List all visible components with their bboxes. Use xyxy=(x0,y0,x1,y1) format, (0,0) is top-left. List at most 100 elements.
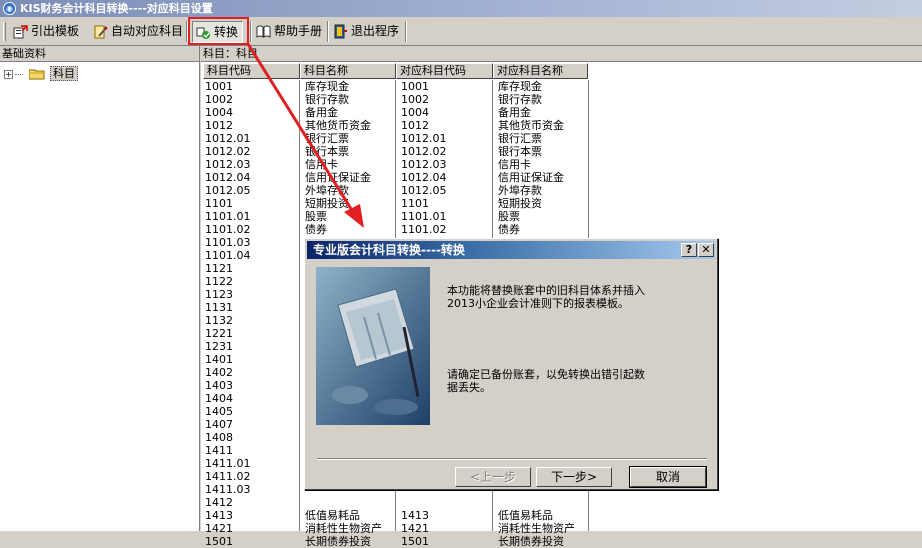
convert-highlight-box xyxy=(188,17,249,45)
cell-account-name: 银行汇票 xyxy=(305,132,349,145)
cell-mapped-code: 1101 xyxy=(401,197,429,210)
table-row[interactable]: 1412 xyxy=(201,496,591,509)
cell-mapped-name: 信用卡 xyxy=(498,158,531,171)
table-row[interactable]: 1101.02 债券 1101.02 债券 xyxy=(201,223,591,236)
dialog-title: 专业版会计科目转换----转换 xyxy=(313,243,465,257)
cell-mapped-code: 1501 xyxy=(401,535,429,548)
table-row[interactable]: 1012.01 银行汇票 1012.01 银行汇票 xyxy=(201,132,591,145)
column-header-account-code[interactable]: 科目代码 xyxy=(203,63,300,79)
cell-account-code: 1123 xyxy=(205,288,233,301)
window-titlebar: ◉ KIS财务会计科目转换----对应科目设置 xyxy=(0,0,922,17)
column-header-mapped-name[interactable]: 对应科目名称 xyxy=(493,63,588,79)
cell-account-name: 短期投资 xyxy=(305,197,349,210)
cell-mapped-name: 银行汇票 xyxy=(498,132,542,145)
dialog-description-line: 本功能将替换账套中的旧科目体系并插入 xyxy=(447,284,645,297)
column-header-mapped-code[interactable]: 对应科目代码 xyxy=(396,63,493,79)
help-manual-button[interactable]: 帮助手册 xyxy=(253,21,326,43)
dialog-close-button[interactable]: ✕ xyxy=(698,243,714,257)
table-row[interactable]: 1501 长期债券投资 1501 长期债券投资 xyxy=(201,535,591,548)
cell-mapped-code: 1012.05 xyxy=(401,184,447,197)
cell-account-name: 消耗性生物资产 xyxy=(305,522,382,535)
exit-program-button[interactable]: 退出程序 xyxy=(330,21,403,43)
cell-mapped-name: 备用金 xyxy=(498,106,531,119)
basic-data-panel: 基础资料 + 科目 xyxy=(0,46,200,531)
toolbar-grip xyxy=(3,22,6,41)
cell-mapped-name: 消耗性生物资产 xyxy=(498,522,575,535)
cell-mapped-code: 1001 xyxy=(401,80,429,93)
cell-mapped-code: 1004 xyxy=(401,106,429,119)
cell-account-code: 1101.04 xyxy=(205,249,251,262)
cell-mapped-name: 股票 xyxy=(498,210,520,223)
cell-account-code: 1231 xyxy=(205,340,233,353)
folder-icon xyxy=(28,69,44,80)
dialog-help-button[interactable]: ? xyxy=(681,243,697,257)
cell-mapped-name: 其他货币资金 xyxy=(498,119,564,132)
cell-account-code: 1132 xyxy=(205,314,233,327)
table-row[interactable]: 1004 备用金 1004 备用金 xyxy=(201,106,591,119)
column-header-account-name[interactable]: 科目名称 xyxy=(300,63,396,79)
dialog-description: 本功能将替换账套中的旧科目体系并插入 2013小企业会计准则下的报表模板。 xyxy=(447,284,697,310)
table-row[interactable]: 1012.03 信用卡 1012.03 信用卡 xyxy=(201,158,591,171)
dialog-warning-line: 请确定已备份账套，以免转换出错引起数 xyxy=(447,368,645,381)
cell-mapped-name: 低值易耗品 xyxy=(498,509,553,522)
cell-account-code: 1012.04 xyxy=(205,171,251,184)
cell-mapped-name: 银行存款 xyxy=(498,93,542,106)
table-row[interactable]: 1012.05 外埠存款 1012.05 外埠存款 xyxy=(201,184,591,197)
help-manual-label: 帮助手册 xyxy=(274,24,323,38)
cell-mapped-code: 1012.01 xyxy=(401,132,447,145)
grid-column-headers: 科目代码 科目名称 对应科目代码 对应科目名称 xyxy=(201,63,922,79)
toolbar-separator xyxy=(327,21,329,42)
cell-account-name: 信用证保证金 xyxy=(305,171,371,184)
next-step-button[interactable]: 下一步> xyxy=(536,467,612,487)
table-row[interactable]: 1421 消耗性生物资产 1421 消耗性生物资产 xyxy=(201,522,591,535)
cell-account-name: 银行本票 xyxy=(305,145,349,158)
cell-account-name: 备用金 xyxy=(305,106,338,119)
dialog-titlebar: 专业版会计科目转换----转换 ? ✕ xyxy=(307,241,715,259)
table-row[interactable]: 1012.04 信用证保证金 1012.04 信用证保证金 xyxy=(201,171,591,184)
cell-account-name: 其他货币资金 xyxy=(305,119,371,132)
export-template-button[interactable]: 引出模板 xyxy=(10,21,83,43)
table-row[interactable]: 1413 低值易耗品 1413 低值易耗品 xyxy=(201,509,591,522)
table-row[interactable]: 1012.02 银行本票 1012.02 银行本票 xyxy=(201,145,591,158)
previous-step-button[interactable]: <上一步 xyxy=(455,467,531,487)
cell-account-name: 债券 xyxy=(305,223,327,236)
auto-map-icon xyxy=(94,25,108,39)
app-icon: ◉ xyxy=(3,2,16,15)
auto-map-label: 自动对应科目 xyxy=(111,24,184,38)
accounting-book-illustration xyxy=(316,267,430,425)
convert-dialog: 专业版会计科目转换----转换 ? ✕ 本功能将替换账套中的旧科目体系并插入 2… xyxy=(304,238,718,490)
toolbar: 引出模板 自动对应科目 转换 帮助手册 退出程序 xyxy=(0,17,922,46)
dialog-separator xyxy=(317,458,707,460)
cell-account-code: 1411.02 xyxy=(205,470,251,483)
cell-account-code: 1421 xyxy=(205,522,233,535)
cell-account-code: 1402 xyxy=(205,366,233,379)
cancel-button[interactable]: 取消 xyxy=(629,466,707,488)
help-book-icon xyxy=(256,25,271,38)
table-row[interactable]: 1101.01 股票 1101.01 股票 xyxy=(201,210,591,223)
cell-account-code: 1403 xyxy=(205,379,233,392)
tree-connector xyxy=(15,73,23,75)
auto-map-button[interactable]: 自动对应科目 xyxy=(90,21,187,43)
cell-mapped-code: 1012.03 xyxy=(401,158,447,171)
cell-account-code: 1501 xyxy=(205,535,233,548)
expand-plus-icon[interactable]: + xyxy=(4,69,13,79)
cell-account-code: 1001 xyxy=(205,80,233,93)
table-row[interactable]: 1002 银行存款 1002 银行存款 xyxy=(201,93,591,106)
tree-item-accounts[interactable]: + 科目 xyxy=(4,66,78,82)
toolbar-separator xyxy=(250,21,252,42)
table-row[interactable]: 1001 库存现金 1001 库存现金 xyxy=(201,80,591,93)
dialog-warning: 请确定已备份账套，以免转换出错引起数 据丢失。 xyxy=(447,368,697,394)
cell-account-code: 1012.02 xyxy=(205,145,251,158)
tree-item-label: 科目 xyxy=(50,66,78,81)
cell-account-code: 1401 xyxy=(205,353,233,366)
cell-mapped-code: 1421 xyxy=(401,522,429,535)
cell-account-code: 1101 xyxy=(205,197,233,210)
table-row[interactable]: 1101 短期投资 1101 短期投资 xyxy=(201,197,591,210)
cell-mapped-code: 1012 xyxy=(401,119,429,132)
cell-account-code: 1101.01 xyxy=(205,210,251,223)
toolbar-separator xyxy=(405,21,407,42)
account-grid-header: 科目：科目 xyxy=(201,46,922,62)
cell-account-code: 1012 xyxy=(205,119,233,132)
table-row[interactable]: 1012 其他货币资金 1012 其他货币资金 xyxy=(201,119,591,132)
cell-account-code: 1221 xyxy=(205,327,233,340)
